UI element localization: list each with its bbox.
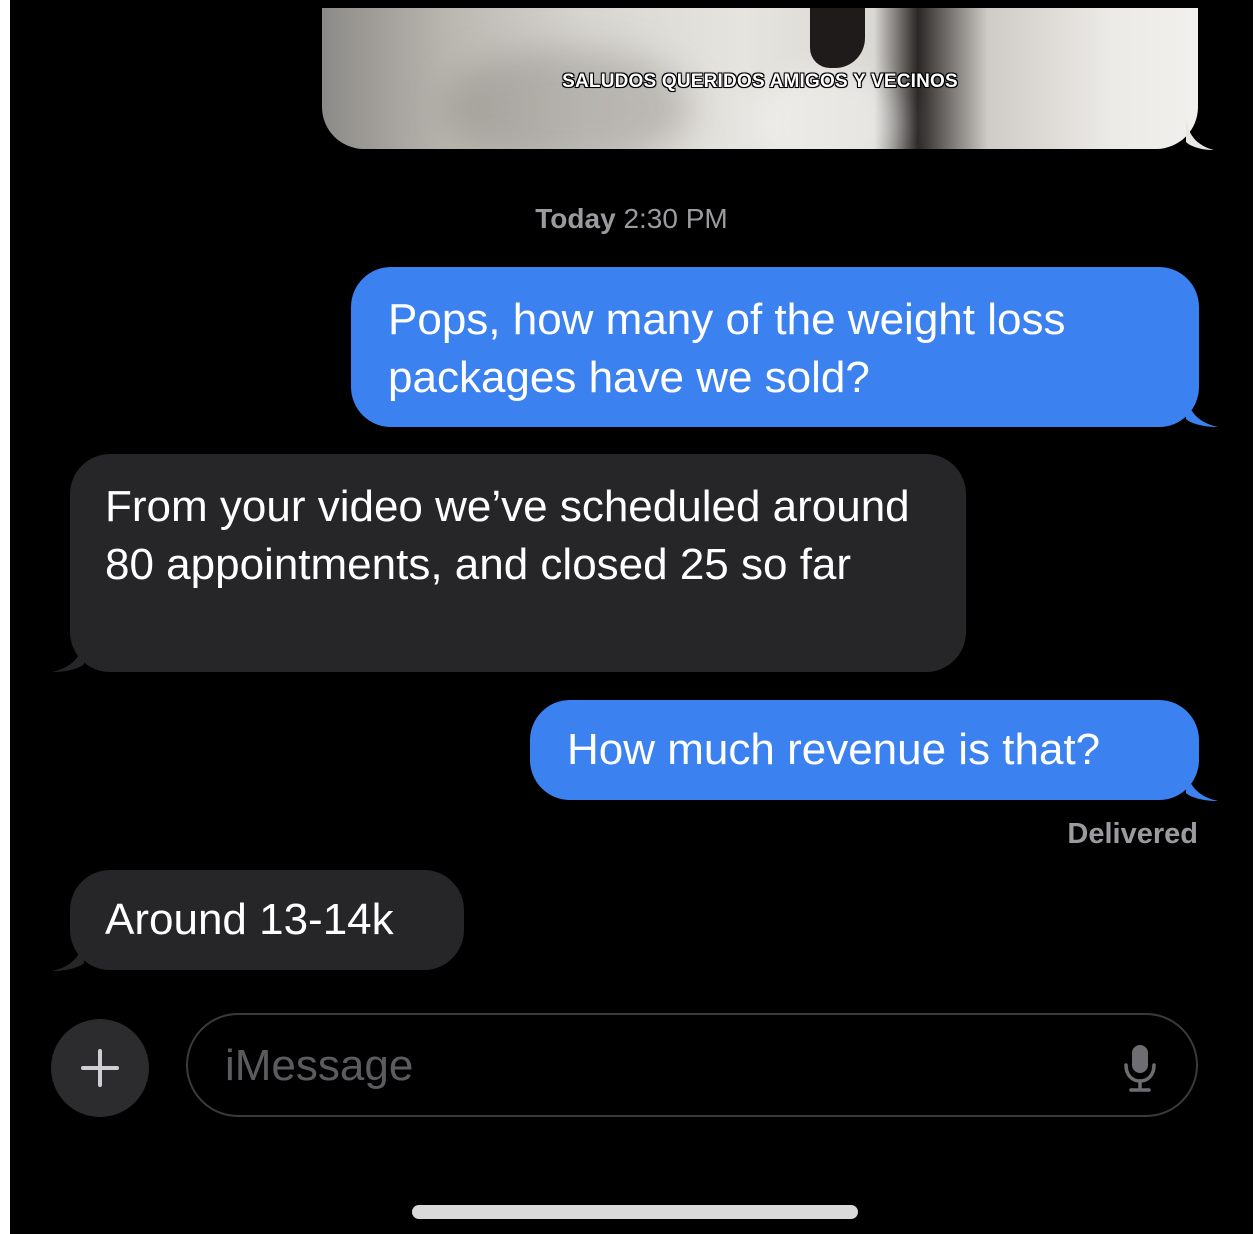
sent-message-bubble[interactable]: Pops, how many of the weight loss packag… xyxy=(351,267,1199,427)
bubble-tail xyxy=(52,638,84,672)
message-input-placeholder: iMessage xyxy=(225,1041,414,1090)
received-message-bubble[interactable]: From your video we’ve scheduled around 8… xyxy=(70,454,966,672)
video-message[interactable]: SALUDOS QUERIDOS AMIGOS Y VECINOS xyxy=(322,8,1198,149)
message-text: Pops, how many of the weight loss packag… xyxy=(388,295,1066,402)
bubble-tail xyxy=(52,937,84,971)
bubble-tail xyxy=(1186,393,1218,427)
delivery-status: Delivered xyxy=(1067,818,1198,850)
timestamp-day: Today xyxy=(535,203,616,234)
timestamp-time: 2:30 PM xyxy=(623,203,728,234)
plus-icon xyxy=(81,1049,119,1087)
microphone-icon[interactable] xyxy=(1122,1043,1158,1093)
video-frame-figure xyxy=(810,8,865,68)
message-input[interactable]: iMessage xyxy=(186,1013,1198,1117)
message-thread: SALUDOS QUERIDOS AMIGOS Y VECINOS Today … xyxy=(10,0,1253,1234)
add-attachment-button[interactable] xyxy=(51,1019,149,1117)
home-indicator[interactable] xyxy=(412,1205,858,1219)
message-text: From your video we’ve scheduled around 8… xyxy=(105,482,910,589)
sent-message-bubble[interactable]: How much revenue is that? xyxy=(530,700,1199,800)
timestamp: Today 2:30 PM xyxy=(10,203,1253,235)
message-text: How much revenue is that? xyxy=(567,725,1101,774)
video-caption: SALUDOS QUERIDOS AMIGOS Y VECINOS xyxy=(562,71,959,93)
bubble-tail xyxy=(1186,767,1218,801)
video-frame-shading xyxy=(442,48,692,149)
received-message-bubble[interactable]: Around 13-14k xyxy=(70,870,464,970)
message-text: Around 13-14k xyxy=(105,895,394,944)
bubble-tail xyxy=(1186,118,1214,150)
